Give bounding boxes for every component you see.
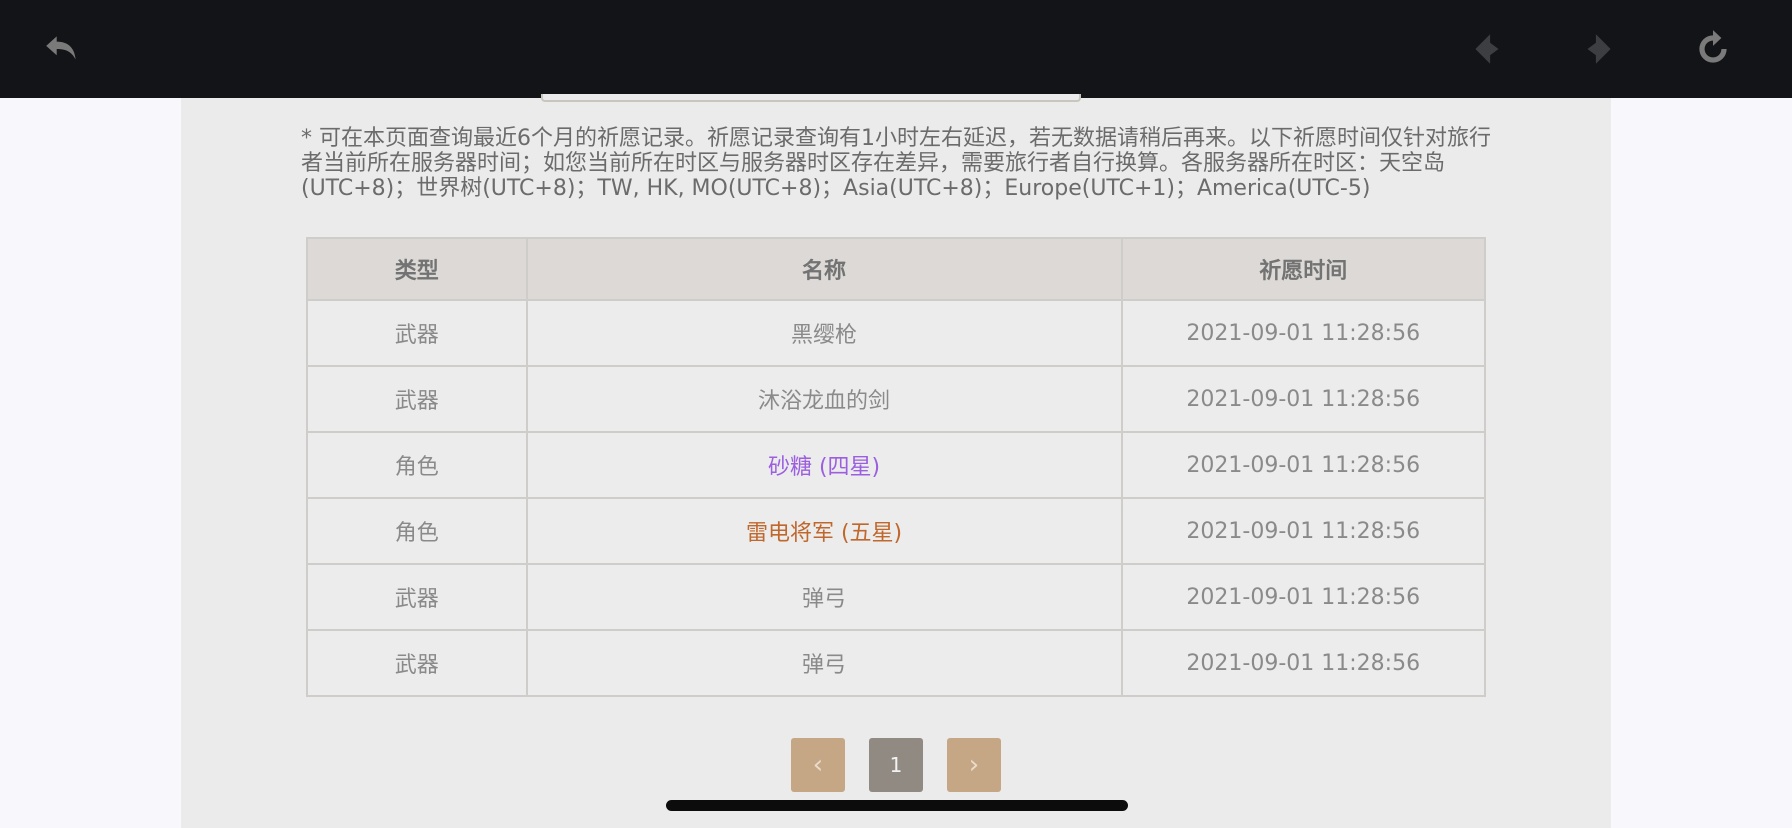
cell-name: 弹弓 — [525, 563, 1123, 631]
cell-type: 武器 — [306, 299, 528, 367]
cell-type: 角色 — [306, 497, 528, 565]
cell-type: 角色 — [306, 431, 528, 499]
table-header-row: 类型 名称 祈愿时间 — [306, 237, 1486, 301]
table-row: 武器 弹弓 2021-09-01 11:28:56 — [306, 563, 1486, 631]
header-time: 祈愿时间 — [1120, 237, 1486, 301]
table-row: 角色 砂糖 (四星) 2021-09-01 11:28:56 — [306, 431, 1486, 499]
header-type: 类型 — [306, 237, 528, 301]
table-row: 武器 沐浴龙血的剑 2021-09-01 11:28:56 — [306, 365, 1486, 433]
cell-time: 2021-09-01 11:28:56 — [1120, 497, 1486, 565]
pagination-page-current[interactable]: 1 — [869, 738, 923, 792]
cell-type: 武器 — [306, 629, 528, 697]
home-indicator — [666, 800, 1128, 811]
cell-name-four-star: 砂糖 (四星) — [525, 431, 1123, 499]
top-toolbar — [0, 0, 1792, 98]
wish-record-notice: * 可在本页面查询最近6个月的祈愿记录。祈愿记录查询有1小时左右延迟，若无数据请… — [301, 126, 1491, 201]
reload-icon — [1699, 30, 1727, 63]
reload-button[interactable] — [1688, 24, 1738, 74]
next-diamond-icon — [1587, 34, 1611, 64]
cell-type: 武器 — [306, 563, 528, 631]
cell-name: 沐浴龙血的剑 — [525, 365, 1123, 433]
next-page-button[interactable] — [1573, 24, 1623, 74]
cell-time: 2021-09-01 11:28:56 — [1120, 299, 1486, 367]
wish-record-table: 类型 名称 祈愿时间 武器 黑缨枪 2021-09-01 11:28:56 武器… — [306, 237, 1486, 697]
back-arrow-icon — [46, 36, 76, 60]
table-row: 武器 弹弓 2021-09-01 11:28:56 — [306, 629, 1486, 697]
cell-type: 武器 — [306, 365, 528, 433]
wish-history-panel: * 可在本页面查询最近6个月的祈愿记录。祈愿记录查询有1小时左右延迟，若无数据请… — [181, 94, 1611, 828]
prev-diamond-icon — [1475, 34, 1499, 64]
table-row: 武器 黑缨枪 2021-09-01 11:28:56 — [306, 299, 1486, 367]
filter-select-edge[interactable] — [541, 94, 1081, 102]
cell-time: 2021-09-01 11:28:56 — [1120, 431, 1486, 499]
pagination-prev-button[interactable]: ‹ — [791, 738, 845, 792]
cell-time: 2021-09-01 11:28:56 — [1120, 365, 1486, 433]
cell-name-five-star: 雷电将军 (五星) — [525, 497, 1123, 565]
cell-time: 2021-09-01 11:28:56 — [1120, 563, 1486, 631]
table-row: 角色 雷电将军 (五星) 2021-09-01 11:28:56 — [306, 497, 1486, 565]
prev-page-button[interactable] — [1463, 24, 1513, 74]
cell-name: 黑缨枪 — [525, 299, 1123, 367]
cell-time: 2021-09-01 11:28:56 — [1120, 629, 1486, 697]
header-name: 名称 — [525, 237, 1123, 301]
cell-name: 弹弓 — [525, 629, 1123, 697]
back-button[interactable] — [38, 24, 88, 74]
pagination-next-button[interactable]: › — [947, 738, 1001, 792]
